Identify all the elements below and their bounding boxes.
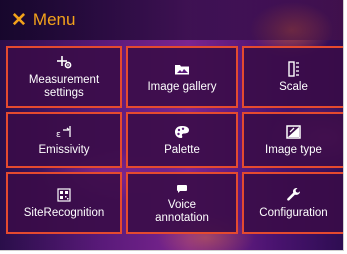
emissivity-label: Emissivity xyxy=(38,143,90,156)
close-icon[interactable]: ✕ xyxy=(11,11,27,30)
menu-header: ✕ Menu xyxy=(0,0,343,40)
menu-title: Menu xyxy=(32,10,76,29)
thermal-camera-screen: ✕ Menu Measurement settings Image galler… xyxy=(0,0,344,251)
scale-label: Scale xyxy=(279,80,308,93)
image-type-button[interactable]: Image type xyxy=(242,112,343,168)
measurement-settings-button[interactable]: Measurement settings xyxy=(6,46,122,108)
image-gallery-icon xyxy=(174,61,190,77)
voice-annotation-button[interactable]: Voice annotation xyxy=(126,172,238,234)
palette-button[interactable]: Palette xyxy=(126,112,238,168)
measurement-settings-label: Measurement settings xyxy=(28,74,100,99)
image-gallery-label: Image gallery xyxy=(147,80,217,93)
emissivity-button[interactable]: ε Emissivity xyxy=(6,112,122,168)
image-type-icon xyxy=(286,124,301,140)
wrench-icon xyxy=(286,187,301,203)
menu-grid: Measurement settings Image gallery Scale… xyxy=(6,46,343,234)
svg-text:ε: ε xyxy=(56,130,61,139)
site-recognition-label: SiteRecognition xyxy=(23,206,105,219)
measurement-settings-icon xyxy=(56,54,72,70)
site-recognition-button[interactable]: SiteRecognition xyxy=(6,172,122,234)
voice-annotation-icon xyxy=(175,181,189,197)
close-menu-button[interactable]: ✕ Menu xyxy=(0,0,75,40)
image-gallery-button[interactable]: Image gallery xyxy=(126,46,238,108)
scale-icon xyxy=(287,60,300,77)
palette-label: Palette xyxy=(164,143,200,156)
voice-annotation-label: Voice annotation xyxy=(155,199,209,224)
scale-button[interactable]: Scale xyxy=(242,46,343,108)
qr-code-icon xyxy=(57,187,71,203)
emissivity-icon: ε xyxy=(56,124,72,140)
configuration-button[interactable]: Configuration xyxy=(242,172,343,234)
palette-icon xyxy=(174,124,190,140)
image-type-label: Image type xyxy=(265,143,322,156)
configuration-label: Configuration xyxy=(259,206,328,219)
